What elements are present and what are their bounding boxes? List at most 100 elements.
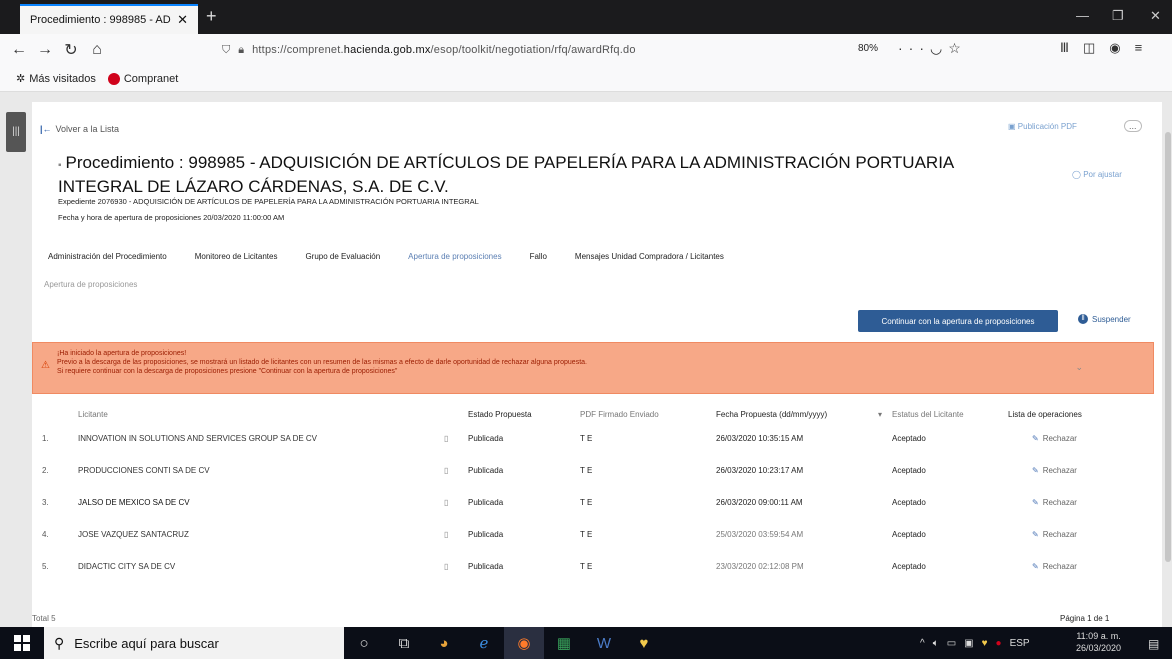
col-fecha[interactable]: Fecha Propuesta (dd/mm/yyyy) — [716, 410, 827, 419]
minimize-icon[interactable]: — — [1076, 8, 1089, 23]
tab-monitoreo[interactable]: Monitoreo de Licitantes — [195, 252, 278, 261]
chrome-icon[interactable]: ◕ — [424, 627, 464, 659]
edit-icon: ✎ — [1032, 466, 1039, 475]
table-row: 2. PRODUCCIONES CONTI SA DE CV ▯ Publica… — [32, 466, 1154, 486]
notifications-icon[interactable]: ▤ — [1148, 637, 1159, 651]
back-to-list-link[interactable]: |← Volver a la Lista — [40, 124, 119, 134]
reject-label: Rechazar — [1042, 466, 1077, 475]
tab-mensajes[interactable]: Mensajes Unidad Compradora / Licitantes — [575, 252, 724, 261]
page-scrollbar[interactable] — [1164, 92, 1172, 627]
table-row: 1. INNOVATION IN SOLUTIONS AND SERVICES … — [32, 434, 1154, 454]
fecha-propuesta: 26/03/2020 09:00:11 AM — [716, 498, 803, 507]
pdf-label: Publicación PDF — [1017, 122, 1077, 131]
pdf-enviado: T E — [580, 530, 593, 539]
por-ajustar-link[interactable]: ◯ Por ajustar — [1072, 170, 1122, 179]
language-indicator[interactable]: ESP — [1010, 638, 1030, 649]
reject-action[interactable]: ✎ Rechazar — [1032, 434, 1077, 443]
info-icon[interactable]: ▯ — [444, 466, 448, 475]
account-icon[interactable]: ◉ — [1109, 40, 1134, 55]
pocket-icon[interactable]: ◡ — [930, 40, 948, 56]
licitante-name[interactable]: JOSE VAZQUEZ SANTACRUZ — [78, 530, 189, 539]
reject-label: Rechazar — [1042, 498, 1077, 507]
library-icon[interactable]: Ⅲ — [1060, 40, 1083, 55]
licitante-name[interactable]: JALSO DE MEXICO SA DE CV — [78, 498, 190, 507]
menu-icon[interactable]: ≡ — [1135, 40, 1157, 55]
sort-icon[interactable]: ▾ — [878, 410, 882, 419]
windows-start-icon[interactable] — [0, 627, 44, 659]
toolbar-right: Ⅲ◫◉≡ — [1060, 40, 1156, 56]
firefox-icon[interactable]: ◉ — [504, 627, 544, 659]
app-icon[interactable]: ♥ — [624, 627, 664, 659]
col-estado[interactable]: Estado Propuesta — [468, 410, 532, 419]
clock[interactable]: 11:09 a. m. 26/03/2020 — [1076, 630, 1121, 654]
col-licitante[interactable]: Licitante — [78, 410, 108, 419]
tab-grupo-evaluacion[interactable]: Grupo de Evaluación — [305, 252, 380, 261]
fecha-propuesta: 23/03/2020 02:12:08 PM — [716, 562, 804, 571]
window-close-icon[interactable]: ✕ — [1150, 8, 1161, 24]
bookmark-star-icon[interactable]: ☆ — [948, 40, 967, 56]
reload-icon[interactable]: ↻ — [58, 40, 84, 60]
reject-action[interactable]: ✎ Rechazar — [1032, 530, 1077, 539]
cortana-icon[interactable]: ○ — [344, 627, 384, 659]
total-count: Total 5 — [32, 614, 56, 623]
back-icon[interactable]: ← — [6, 41, 32, 59]
estatus-licitante: Aceptado — [892, 562, 926, 571]
pdf-enviado: T E — [580, 466, 593, 475]
more-options-button[interactable]: ... — [1124, 120, 1142, 132]
col-estatus[interactable]: Estatus del Licitante — [892, 410, 964, 419]
lock-icon: 🔒︎ — [238, 43, 245, 56]
reject-action[interactable]: ✎ Rechazar — [1032, 466, 1077, 475]
taskbar-search[interactable]: ⚲ Escribe aquí para buscar — [44, 627, 344, 659]
forward-icon[interactable]: → — [32, 41, 58, 59]
bookmark-compranet[interactable]: Compranet — [107, 72, 178, 85]
zoom-level[interactable]: 80% — [858, 43, 878, 54]
maximize-icon[interactable]: ❐ — [1112, 8, 1124, 24]
volume-icon[interactable]: 🔈︎ — [933, 638, 939, 649]
app-tray-icon[interactable]: ♥ — [982, 638, 988, 649]
licitante-name[interactable]: PRODUCCIONES CONTI SA DE CV — [78, 466, 210, 475]
page-actions-icon[interactable]: ··· — [898, 40, 930, 56]
edge-icon[interactable]: ℯ — [464, 627, 504, 659]
sidebar-icon[interactable]: ◫ — [1083, 40, 1109, 55]
excel-icon[interactable]: ▦ — [544, 627, 584, 659]
reject-action[interactable]: ✎ Rechazar — [1032, 498, 1077, 507]
browser-tab[interactable]: Procedimiento : 998985 - ADC ✕ — [20, 4, 198, 34]
chevron-down-icon[interactable]: ⌄ — [1075, 363, 1083, 372]
tab-apertura[interactable]: Apertura de proposiciones — [408, 252, 501, 261]
info-icon[interactable]: ▯ — [444, 498, 448, 507]
network-icon[interactable]: ▭ — [947, 638, 956, 649]
scrollbar-thumb[interactable] — [1165, 132, 1171, 562]
word-icon[interactable]: W — [584, 627, 624, 659]
bookmark-mas-visitados[interactable]: ✲ Más visitados — [16, 72, 96, 86]
info-icon[interactable]: ▯ — [444, 562, 448, 571]
estado-propuesta: Publicada — [468, 434, 504, 443]
table-row: 5. DIDACTIC CITY SA DE CV ▯ Publicada T … — [32, 562, 1154, 582]
new-tab-icon[interactable]: + — [206, 6, 217, 27]
info-icon[interactable]: ▯ — [444, 434, 448, 443]
table-header: Licitante Estado Propuesta PDF Firmado E… — [32, 410, 1154, 428]
pdf-publication-link[interactable]: ▣ Publicación PDF — [1008, 122, 1077, 131]
arrow-left-icon: |← — [40, 124, 52, 134]
reject-action[interactable]: ✎ Rechazar — [1032, 562, 1077, 571]
browser-tab-bar: Procedimiento : 998985 - ADC ✕ + — ❐ ✕ — [0, 0, 1172, 34]
tab-administracion[interactable]: Administración del Procedimiento — [48, 252, 167, 261]
info-icon[interactable]: ▯ — [444, 530, 448, 539]
page-title-text: Procedimiento : 998985 - ADQUISICIÓN DE … — [58, 153, 954, 196]
home-icon[interactable]: ⌂ — [84, 41, 110, 59]
chevron-up-icon[interactable]: ^ — [920, 638, 925, 649]
licitante-name[interactable]: DIDACTIC CITY SA DE CV — [78, 562, 175, 571]
licitante-name[interactable]: INNOVATION IN SOLUTIONS AND SERVICES GRO… — [78, 434, 317, 443]
shield-icon: ⛉ — [222, 43, 231, 56]
close-tab-icon[interactable]: ✕ — [177, 12, 188, 28]
suspend-link[interactable]: ll Suspender — [1078, 314, 1131, 324]
pdf-enviado: T E — [580, 562, 593, 571]
col-pdf[interactable]: PDF Firmado Enviado — [580, 410, 659, 419]
battery-icon[interactable]: ▣ — [964, 638, 973, 649]
warning-alert: ⚠ ¡Ha iniciado la apertura de proposicio… — [32, 342, 1154, 394]
edit-icon: ✎ — [1032, 434, 1039, 443]
continue-opening-button[interactable]: Continuar con la apertura de proposicion… — [858, 310, 1058, 332]
task-view-icon[interactable]: ⧉ — [384, 627, 424, 659]
tab-fallo[interactable]: Fallo — [530, 252, 547, 261]
sidebar-toggle[interactable]: ||| — [6, 112, 26, 152]
security-tray-icon[interactable]: ● — [996, 638, 1002, 649]
